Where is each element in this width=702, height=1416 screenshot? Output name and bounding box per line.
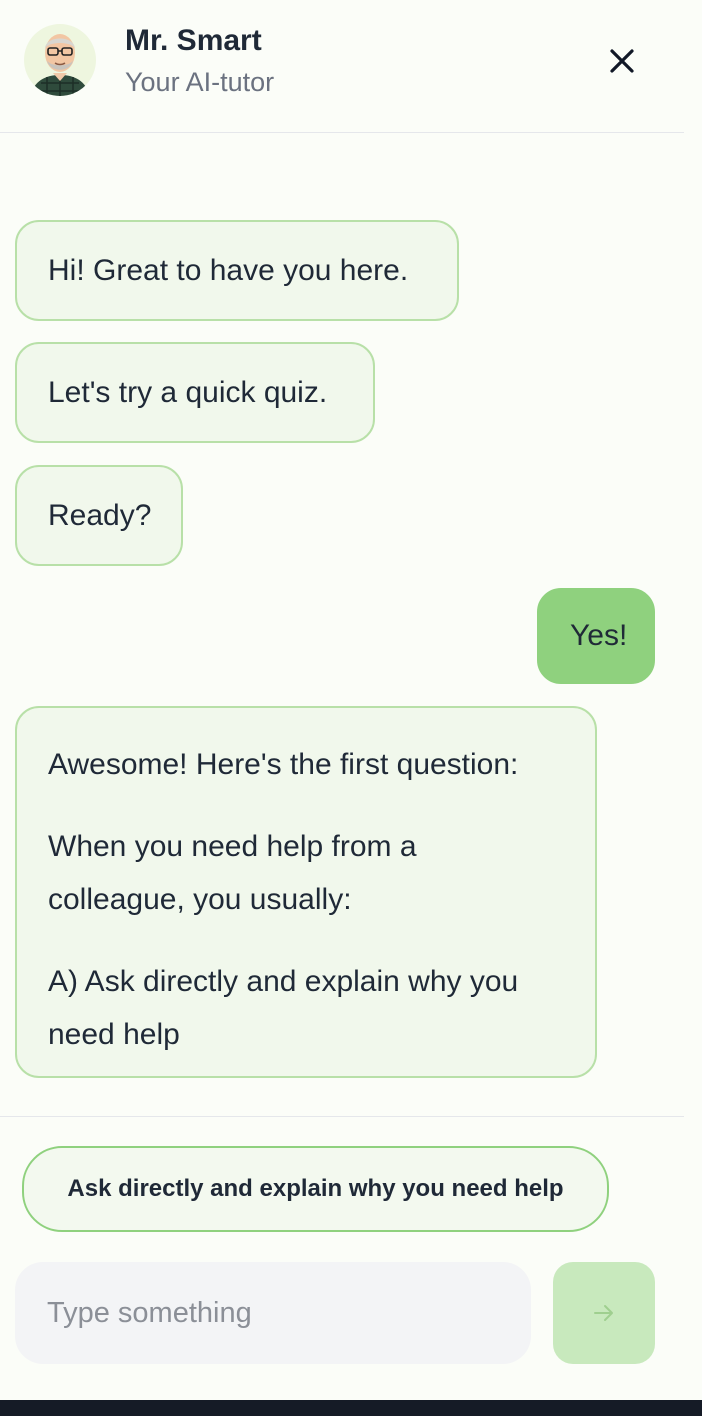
message-text: A) Ask directly and explain why you — [48, 965, 519, 998]
tutor-avatar — [24, 24, 96, 96]
system-bottom-bar — [0, 1400, 702, 1416]
message-input[interactable] — [15, 1262, 531, 1364]
tutor-message: Ready? — [15, 465, 183, 566]
chat-header: Mr. Smart Your AI-tutor — [0, 0, 684, 133]
message-text: colleague, you usually: — [48, 883, 352, 916]
message-text: Let's try a quick quiz. — [48, 375, 328, 409]
message-text: Yes! — [570, 619, 628, 653]
suggested-reply-label: Ask directly and explain why you need he… — [67, 1175, 564, 1202]
chat-subtitle: Your AI-tutor — [125, 67, 275, 97]
message-text: Hi! Great to have you here. — [48, 253, 409, 287]
send-button[interactable] — [553, 1262, 655, 1364]
close-button[interactable] — [603, 42, 641, 80]
user-message: Yes! — [537, 588, 655, 684]
tutor-message: Hi! Great to have you here. — [15, 220, 459, 321]
message-text: need help — [48, 1018, 180, 1051]
chat-window: Mr. Smart Your AI-tutor Hi! Great to hav… — [0, 0, 702, 1400]
message-text: Awesome! Here's the first question: — [48, 748, 519, 781]
tutor-message: Awesome! Here's the first question: When… — [15, 706, 597, 1078]
tutor-message: Let's try a quick quiz. — [15, 342, 375, 443]
message-text: When you need help from a — [48, 830, 417, 863]
composer-divider — [0, 1116, 684, 1117]
arrow-right-icon — [594, 1305, 613, 1321]
chat-title: Mr. Smart — [125, 24, 262, 57]
message-text: Ready? — [48, 498, 152, 532]
suggested-reply-button[interactable]: Ask directly and explain why you need he… — [22, 1146, 609, 1232]
close-icon — [610, 49, 634, 73]
